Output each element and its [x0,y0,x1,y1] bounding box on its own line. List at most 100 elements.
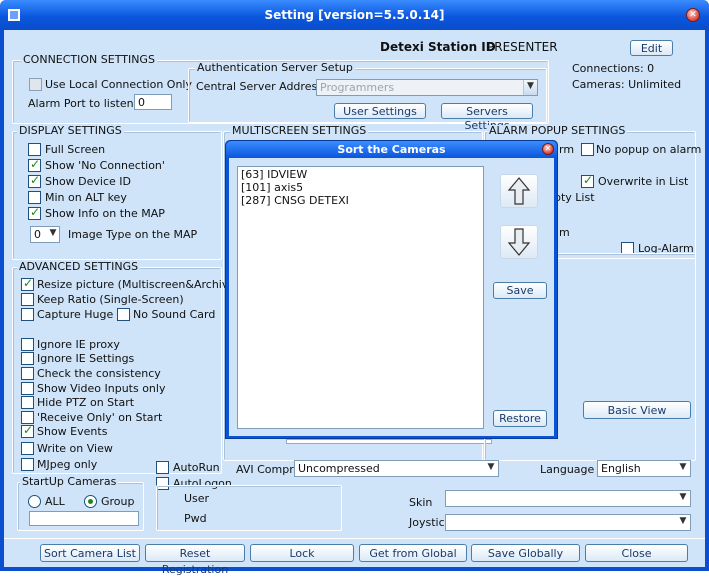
show-info-map-label: Show Info on the MAP [45,207,165,220]
check-consistency-label: Check the consistency [37,367,161,380]
hide-ptz-checkbox[interactable] [21,396,34,409]
startup-group-label: Group [101,495,135,508]
keep-ratio-label: Keep Ratio (Single-Screen) [37,293,184,306]
cameras-count: Cameras: Unlimited [572,78,682,91]
sort-cameras-dialog: Sort the Cameras ✕ [63] IDVIEW [101] axi… [225,140,558,439]
multiscreen-settings-title: MULTISCREEN SETTINGS [230,124,369,137]
capture-huge-checkbox[interactable] [21,308,34,321]
keep-ratio-checkbox[interactable] [21,293,34,306]
connection-settings-title: CONNECTION SETTINGS [21,53,157,66]
check-consistency-checkbox[interactable] [21,367,34,380]
startup-group-input[interactable] [29,511,139,526]
use-local-connection-checkbox[interactable] [29,78,42,91]
edit-station-button[interactable]: Edit [630,40,673,56]
write-on-view-label: Write on View [37,442,113,455]
chevron-down-icon[interactable]: ▼ [676,461,690,476]
startup-all-radio[interactable] [28,495,41,508]
alarm-popup-partial-text: rm [559,143,575,156]
chevron-down-icon[interactable]: ▼ [484,461,498,476]
ignore-ie-settings-label: Ignore IE Settings [37,352,135,365]
lock-button[interactable]: Lock [250,544,354,562]
overwrite-list-label: Overwrite in List [598,175,689,188]
display-settings-title: DISPLAY SETTINGS [17,124,124,137]
language-select[interactable]: English ▼ [597,460,691,477]
restore-order-button[interactable]: Restore [493,410,547,427]
startup-all-label: ALL [45,495,65,508]
chevron-down-icon[interactable]: ▼ [523,80,537,95]
get-from-global-button[interactable]: Get from Global [359,544,467,562]
move-down-button[interactable] [500,225,538,259]
full-screen-checkbox[interactable] [28,143,41,156]
show-video-inputs-label: Show Video Inputs only [37,382,166,395]
no-popup-label: No popup on alarm [596,143,702,156]
servers-settings-button[interactable]: Servers Settings [441,103,533,132]
list-item[interactable]: [287] CNSG DETEXI [241,194,480,207]
show-device-id-label: Show Device ID [45,175,132,188]
autorun-label: AutoRun [173,461,220,474]
connections-count: Connections: 0 [572,62,655,75]
mjpeg-only-checkbox[interactable] [21,458,34,471]
full-screen-label: Full Screen [45,143,106,156]
image-type-select[interactable]: 0 ▼ [30,226,60,243]
skin-label: Skin [409,496,433,509]
reset-registration-button[interactable]: Reset Registration [145,544,245,576]
save-globally-button[interactable]: Save Globally [471,544,580,562]
settings-window: Setting [version=5.5.0.14] ✕ Detexi Stat… [0,0,709,576]
basic-view-button[interactable]: Basic View [583,401,691,419]
close-icon[interactable]: ✕ [542,143,554,155]
ignore-ie-settings-checkbox[interactable] [21,352,34,365]
ignore-ie-proxy-checkbox[interactable] [21,338,34,351]
no-sound-card-checkbox[interactable] [117,308,130,321]
close-icon[interactable]: ✕ [686,8,700,22]
arrow-down-icon [507,228,531,256]
show-video-inputs-checkbox[interactable] [21,382,34,395]
arrow-up-icon [507,177,531,205]
chevron-down-icon[interactable]: ▼ [676,491,690,506]
mjpeg-only-label: MJpeg only [37,458,98,471]
write-on-view-checkbox[interactable] [21,442,34,455]
show-device-id-checkbox[interactable] [28,173,41,188]
autorun-checkbox[interactable] [156,461,169,474]
no-popup-checkbox[interactable] [581,143,594,156]
hide-ptz-label: Hide PTZ on Start [37,396,135,409]
capture-huge-label: Capture Huge [37,308,114,321]
show-no-connection-label: Show 'No Connection' [45,159,165,172]
window-title: Setting [version=5.5.0.14] [264,8,445,22]
ignore-ie-proxy-label: Ignore IE proxy [37,338,120,351]
startup-group-radio[interactable] [84,495,97,508]
camera-list[interactable]: [63] IDVIEW [101] axis5 [287] CNSG DETEX… [237,166,484,429]
sort-cameras-title[interactable]: Sort the Cameras [226,141,557,158]
min-on-alt-label: Min on ALT key [45,191,127,204]
min-on-alt-checkbox[interactable] [28,191,41,204]
avi-compr-label: AVI Compr. [236,463,297,476]
overwrite-list-checkbox[interactable] [581,173,594,188]
show-events-checkbox[interactable] [21,423,34,438]
empty-list-partial-label: pty List [554,191,595,204]
avi-compr-select[interactable]: Uncompressed ▼ [294,460,499,477]
sort-camera-list-button[interactable]: Sort Camera List [40,544,140,562]
title-bar[interactable]: Setting [version=5.5.0.14] ✕ [0,0,709,30]
alarm-popup-title: ALARM POPUP SETTINGS [487,124,628,137]
central-server-label: Central Server Address [196,80,323,93]
skin-select[interactable]: ▼ [445,490,691,507]
resize-picture-checkbox[interactable] [21,276,34,291]
startup-cameras-title: StartUp Cameras [20,475,119,488]
chevron-down-icon[interactable]: ▼ [47,227,59,242]
list-item[interactable]: [101] axis5 [241,181,480,194]
joystic-select[interactable]: ▼ [445,514,691,531]
move-up-button[interactable] [500,174,538,208]
show-no-connection-checkbox[interactable] [28,157,41,172]
central-server-select[interactable]: Programmers ▼ [316,79,538,96]
close-button[interactable]: Close [585,544,688,562]
joystic-label: Joystic [409,516,445,529]
show-events-label: Show Events [37,425,108,438]
user-settings-button[interactable]: User Settings [334,103,426,119]
list-item[interactable]: [63] IDVIEW [241,168,480,181]
save-order-button[interactable]: Save [493,282,547,299]
show-info-map-checkbox[interactable] [28,205,41,220]
receive-only-label: 'Receive Only' on Start [37,411,163,424]
alarm-port-input[interactable]: 0 [134,94,172,110]
advanced-settings-title: ADVANCED SETTINGS [17,260,141,273]
image-type-label: Image Type on the MAP [68,228,198,241]
chevron-down-icon[interactable]: ▼ [676,515,690,530]
